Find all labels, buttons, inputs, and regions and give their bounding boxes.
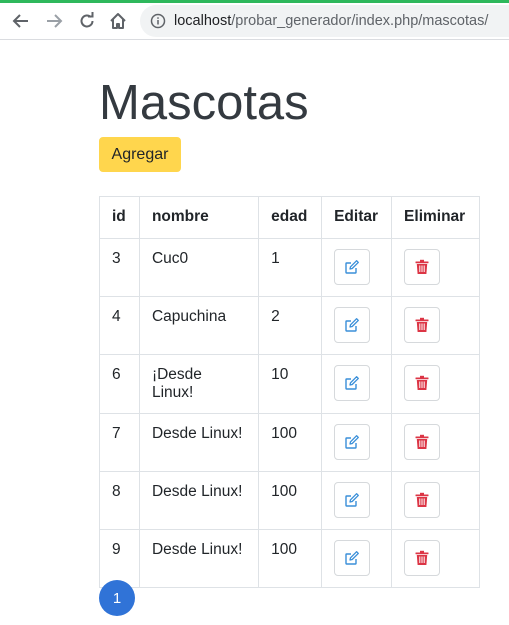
edit-button[interactable] (334, 482, 371, 518)
cell-nombre: Cuc0 (138, 238, 260, 297)
arrow-left-icon (12, 14, 28, 28)
page-title: Mascotas (99, 76, 309, 130)
url-path: /probar_generador/index.php/mascotas/ (231, 13, 489, 29)
home-icon (110, 13, 126, 29)
edit-icon (345, 376, 360, 390)
trash-icon (415, 375, 429, 390)
trash-icon (415, 434, 429, 449)
cell-id: 6 (99, 354, 140, 414)
edit-icon (345, 318, 360, 332)
browser-toolbar: localhost/probar_generador/index.php/mas… (0, 0, 509, 40)
cell-edad: 2 (258, 296, 323, 355)
cell-editar (321, 354, 393, 414)
cell-editar (321, 238, 393, 297)
pagination-page-button[interactable]: 1 (99, 580, 135, 616)
cell-edad: 1 (258, 238, 323, 297)
cell-nombre: Desde Linux! (138, 471, 260, 530)
cell-id: 8 (99, 471, 140, 530)
delete-button[interactable] (404, 540, 441, 576)
header-nombre: nombre (138, 196, 260, 239)
cell-edad: 100 (258, 529, 323, 588)
cell-editar (321, 413, 393, 472)
table-row: 9 Desde Linux! 100 (99, 529, 480, 588)
delete-button[interactable] (404, 249, 441, 285)
reload-icon (80, 12, 94, 28)
cell-editar (321, 471, 393, 530)
cell-nombre: ¡Desde Linux! (138, 354, 260, 414)
table-row: 7 Desde Linux! 100 (99, 413, 480, 472)
delete-button[interactable] (404, 482, 441, 518)
forward-button[interactable] (42, 9, 66, 33)
info-icon[interactable] (150, 13, 166, 29)
table-row: 8 Desde Linux! 100 (99, 471, 480, 530)
header-id: id (99, 196, 140, 239)
edit-icon (345, 435, 360, 449)
delete-button[interactable] (404, 365, 441, 401)
table-row: 3 Cuc0 1 (99, 238, 480, 297)
trash-icon (415, 550, 429, 565)
cell-editar (321, 529, 393, 588)
delete-button[interactable] (404, 424, 441, 460)
cell-id: 3 (99, 238, 140, 297)
table-row: 4 Capuchina 2 (99, 296, 480, 355)
cell-edad: 100 (258, 413, 323, 472)
cell-id: 4 (99, 296, 140, 355)
cell-nombre: Desde Linux! (138, 413, 260, 472)
table-row: 6 ¡Desde Linux! 10 (99, 354, 480, 414)
cell-editar (321, 296, 393, 355)
edit-button[interactable] (334, 307, 371, 343)
back-button[interactable] (9, 9, 33, 33)
reload-button[interactable] (75, 9, 99, 33)
cell-eliminar (391, 354, 480, 414)
header-eliminar: Eliminar (391, 196, 480, 239)
cell-id: 9 (99, 529, 140, 588)
trash-icon (415, 259, 429, 274)
header-editar: Editar (321, 196, 393, 239)
address-bar[interactable]: localhost/probar_generador/index.php/mas… (140, 5, 509, 37)
trash-icon (415, 317, 429, 332)
edit-button[interactable] (334, 365, 371, 401)
cell-nombre: Desde Linux! (138, 529, 260, 588)
arrow-right-icon (47, 14, 63, 28)
cell-edad: 10 (258, 354, 323, 414)
delete-button[interactable] (404, 307, 441, 343)
edit-button[interactable] (334, 540, 371, 576)
header-edad: edad (258, 196, 323, 239)
home-button[interactable] (106, 9, 130, 33)
page-load-bar (0, 0, 509, 3)
cell-id: 7 (99, 413, 140, 472)
trash-icon (415, 492, 429, 507)
edit-button[interactable] (334, 424, 371, 460)
cell-eliminar (391, 471, 480, 530)
cell-eliminar (391, 296, 480, 355)
cell-eliminar (391, 413, 480, 472)
url-host: localhost (174, 13, 232, 29)
cell-edad: 100 (258, 471, 323, 530)
add-button[interactable]: Agregar (99, 137, 181, 172)
edit-icon (345, 551, 360, 565)
cell-eliminar (391, 238, 480, 297)
mascotas-table: id nombre edad Editar Eliminar 3 Cuc0 1 4 Ca… (99, 196, 480, 588)
edit-icon (345, 260, 360, 274)
cell-nombre: Capuchina (138, 296, 260, 355)
table-header-row: id nombre edad Editar Eliminar (99, 196, 480, 239)
cell-eliminar (391, 529, 480, 588)
edit-icon (345, 493, 360, 507)
edit-button[interactable] (334, 249, 371, 285)
